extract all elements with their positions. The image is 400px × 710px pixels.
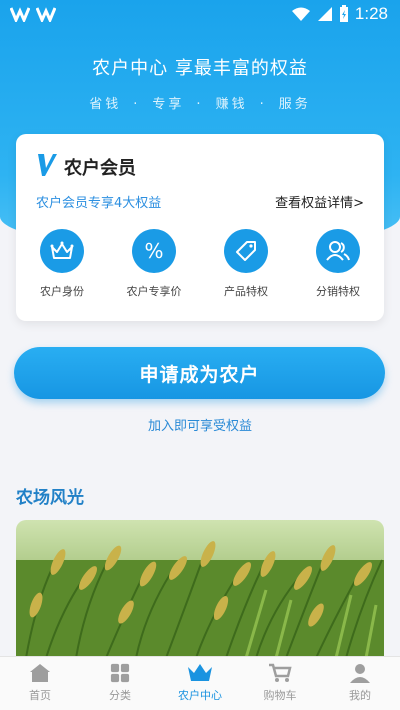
tab-label: 我的	[349, 689, 371, 702]
percent-icon: %	[144, 239, 163, 263]
tab-label: 农户中心	[178, 689, 222, 702]
battery-icon	[339, 5, 348, 22]
hero-title: 农户中心 享最丰富的权益	[92, 58, 308, 79]
benefit-item[interactable]: 农户身份	[16, 229, 108, 299]
tab-label: 分类	[109, 689, 131, 702]
crown-icon	[50, 241, 74, 259]
benefit-label: 产品特权	[224, 285, 268, 298]
tab-mine[interactable]: 我的	[320, 657, 400, 710]
hero-tag: 专享	[152, 97, 185, 112]
app-notification-icon	[36, 7, 56, 22]
wifi-icon	[291, 7, 310, 21]
v-badge-icon	[38, 154, 57, 176]
app-notification-icon	[10, 7, 30, 22]
users-icon	[326, 241, 350, 261]
hero-tag: 服务	[278, 97, 311, 112]
tag-icon	[236, 241, 256, 261]
benefit-item[interactable]: % 农户专享价	[108, 229, 200, 299]
tab-farmer-center[interactable]: 农户中心	[160, 657, 240, 710]
apply-note: 加入即可享受权益	[147, 419, 252, 434]
hero-tag: 赚钱	[215, 97, 248, 112]
farm-scenery-image[interactable]	[16, 520, 384, 658]
benefits-row: 农户身份 % 农户专享价 产品特权 分销特权	[16, 229, 384, 299]
card-title: 农户会员	[64, 158, 136, 179]
hero-tags: 省钱 · 专享 · 赚钱 · 服务	[89, 97, 311, 112]
crown-icon	[188, 664, 212, 681]
home-icon	[30, 664, 50, 682]
tab-cart[interactable]: 购物车	[240, 657, 320, 710]
cart-icon	[269, 663, 292, 682]
farm-section-title: 农场风光	[16, 488, 84, 508]
benefit-item[interactable]: 产品特权	[200, 229, 292, 299]
tab-label: 购物车	[263, 689, 297, 702]
svg-text:%: %	[144, 239, 163, 263]
view-benefits-link[interactable]: 查看权益详情>	[275, 192, 364, 211]
benefit-item[interactable]: 分销特权	[292, 229, 384, 299]
card-description: 农户会员专享4大权益	[36, 196, 162, 211]
grid-icon	[110, 663, 130, 683]
apply-farmer-button[interactable]: 申请成为农户	[14, 347, 385, 399]
bottom-tab-bar: 首页 分类 农户中心 购物车 我的	[0, 656, 400, 710]
benefit-label: 农户身份	[40, 285, 84, 298]
user-icon	[350, 664, 370, 683]
tab-category[interactable]: 分类	[80, 657, 160, 710]
member-card: 农户会员 农户会员专享4大权益 查看权益详情> 农户身份 % 农户专享价 产品特…	[16, 134, 384, 321]
hero-tag: 省钱	[89, 97, 122, 112]
signal-icon	[317, 7, 332, 21]
clock: 1:28	[354, 4, 388, 23]
status-bar: 1:28	[0, 0, 400, 30]
tab-label: 首页	[29, 689, 51, 702]
benefit-label: 农户专享价	[126, 285, 182, 298]
tab-home[interactable]: 首页	[0, 657, 80, 710]
benefit-label: 分销特权	[316, 285, 360, 298]
